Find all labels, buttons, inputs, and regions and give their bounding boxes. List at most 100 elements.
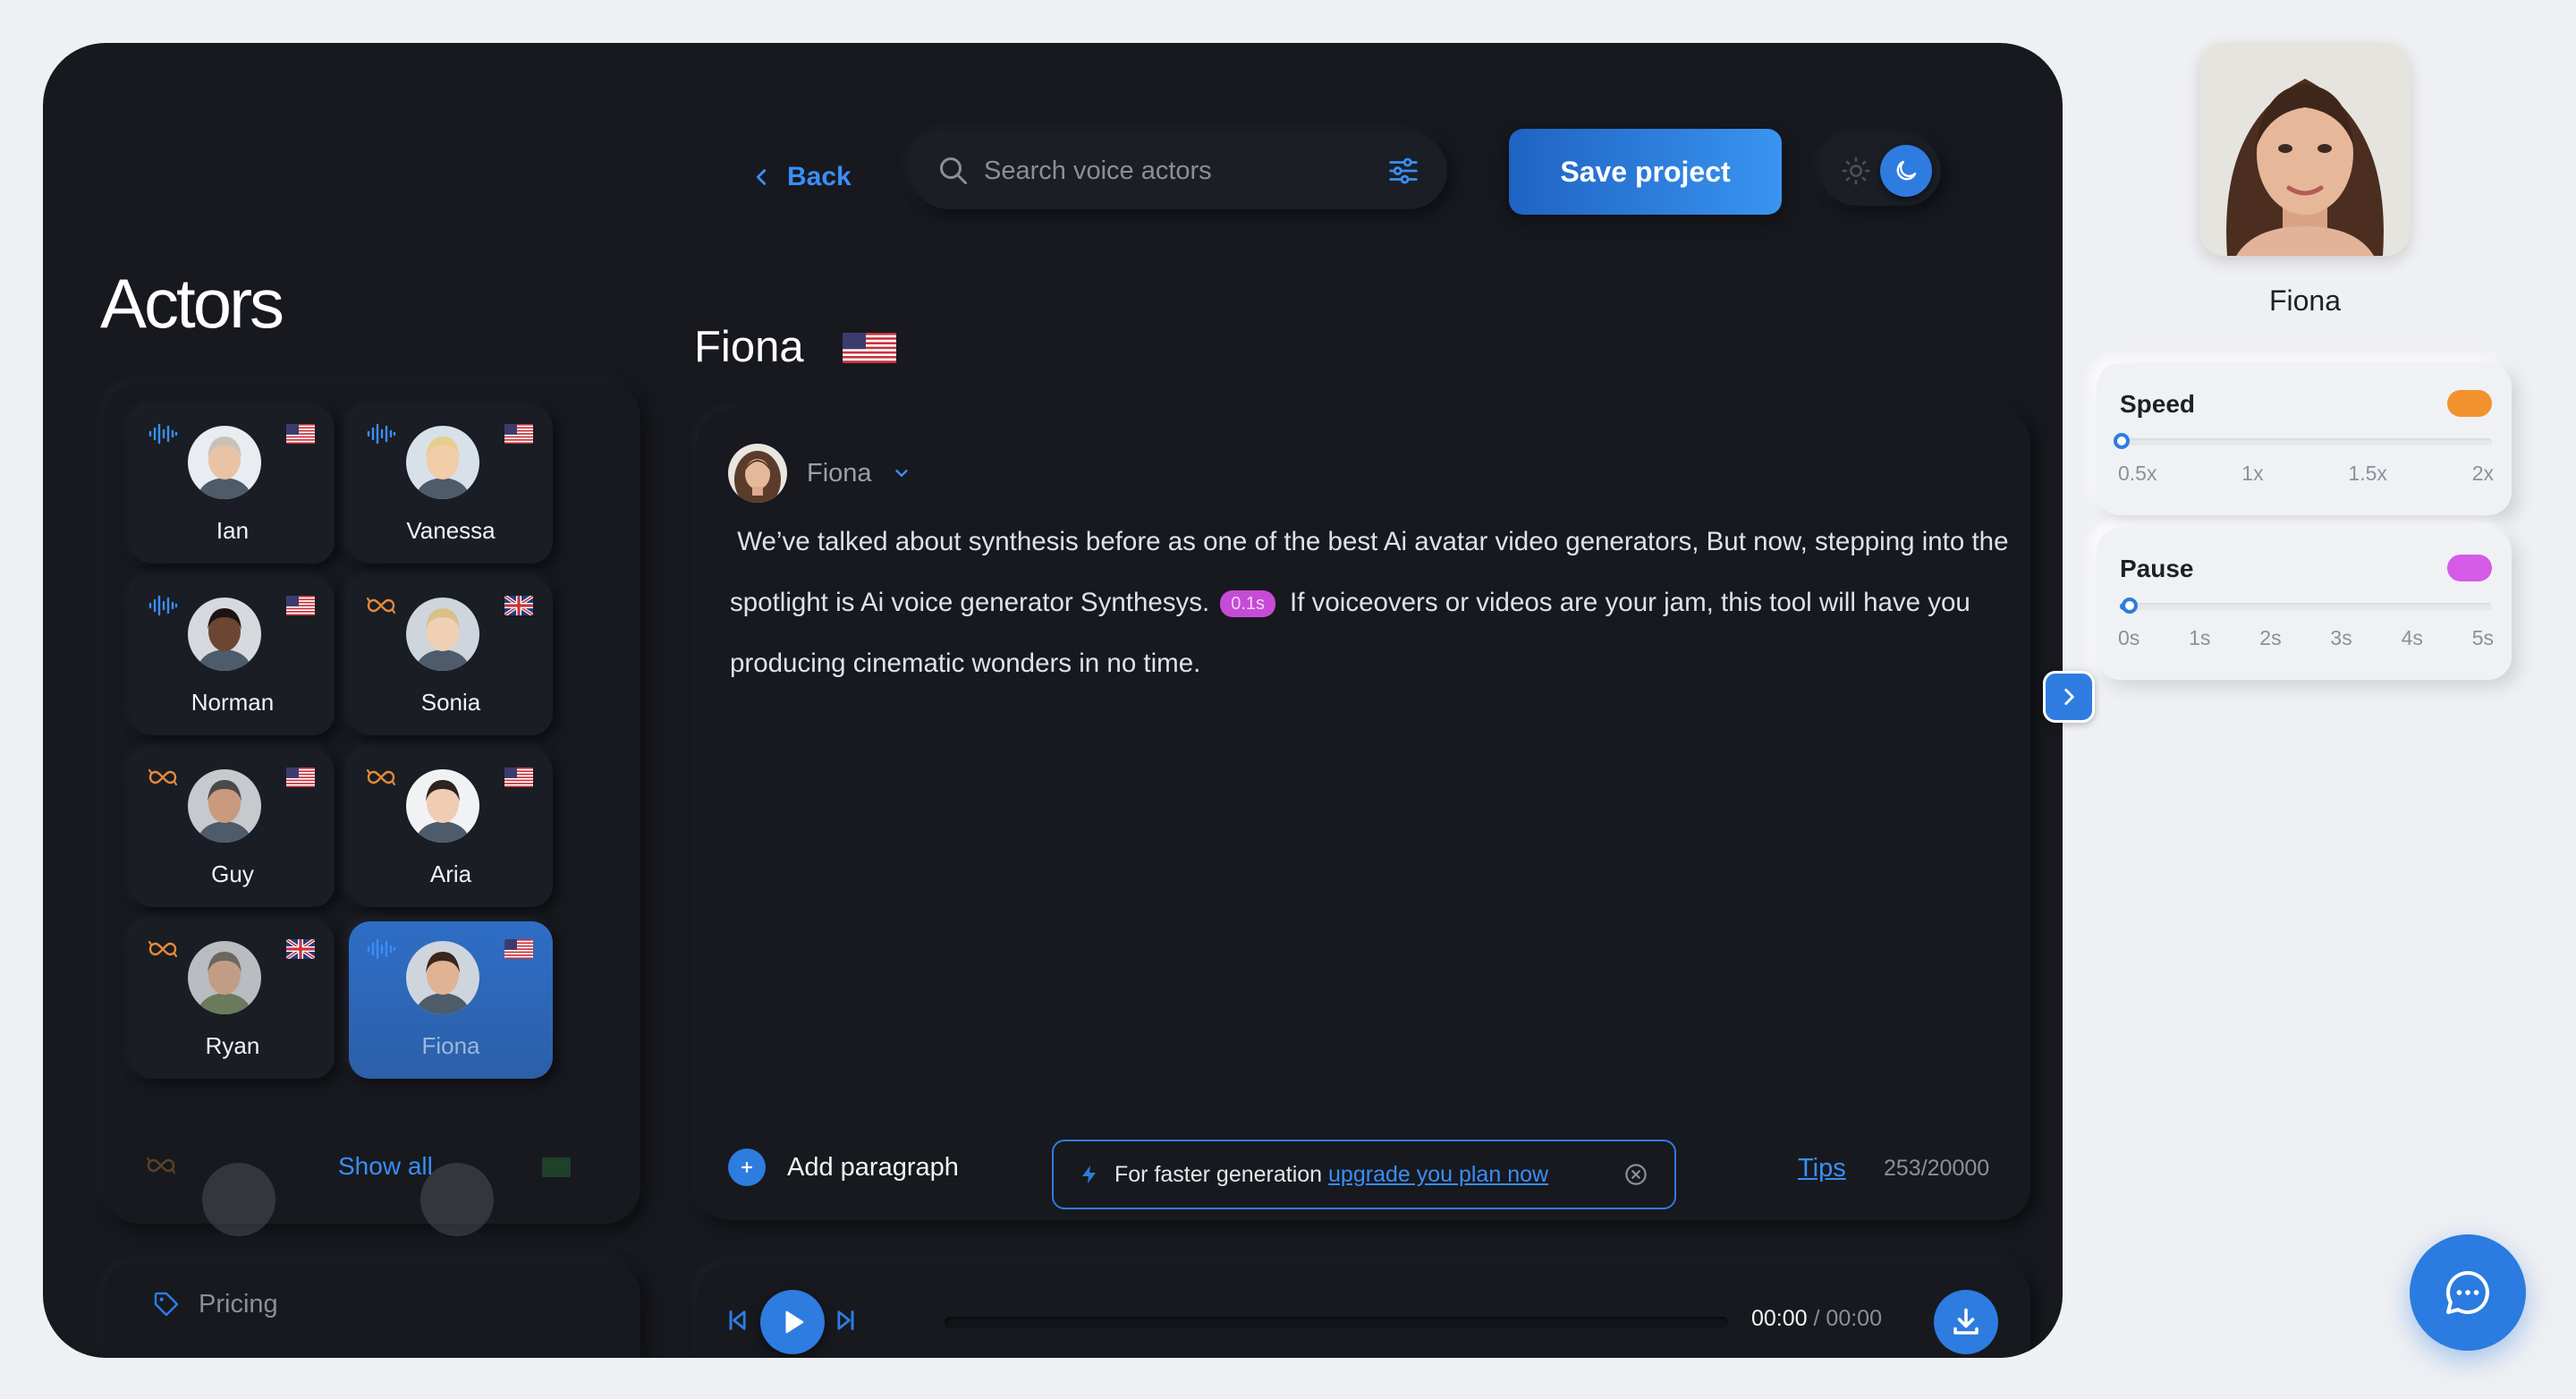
upgrade-link[interactable]: upgrade you plan now (1328, 1162, 1548, 1187)
plus-icon (728, 1149, 766, 1186)
download-icon (1953, 1308, 1979, 1335)
upgrade-banner: For faster generation upgrade you plan n… (1052, 1140, 1676, 1209)
actor-avatar (406, 769, 479, 843)
close-circle-icon[interactable] (1623, 1161, 1649, 1188)
moon-button[interactable] (1880, 145, 1932, 197)
pause-tick: 0s (2118, 626, 2140, 649)
actor-name: Vanessa (406, 517, 496, 544)
pause-card: Pause 0s 1s 2s 3s 4s 5s (2097, 528, 2512, 680)
actor-avatar (188, 598, 261, 671)
skip-forward-icon[interactable] (834, 1308, 859, 1333)
actor-card-aria[interactable]: Aria (349, 750, 553, 907)
actor-card-norman[interactable]: Norman (131, 578, 335, 735)
actor-card-ian[interactable]: Ian (131, 406, 335, 564)
download-button[interactable] (1934, 1290, 1998, 1354)
speed-tick: 1.5x (2348, 462, 2387, 485)
pause-tick: 2s (2259, 626, 2282, 649)
infinity-icon (147, 766, 179, 789)
us-flag-icon (504, 424, 533, 444)
back-button[interactable]: Back (751, 150, 852, 204)
play-button[interactable] (760, 1290, 825, 1354)
back-label: Back (787, 162, 852, 191)
pause-ticks: 0s 1s 2s 3s 4s 5s (2118, 626, 2494, 650)
filter-sliders-icon[interactable] (1386, 154, 1420, 188)
actor-avatar (188, 426, 261, 499)
speed-slider-thumb[interactable] (2114, 433, 2130, 449)
actor-avatar (406, 598, 479, 671)
actor-card-vanessa[interactable]: Vanessa (349, 406, 553, 564)
waveform-icon (365, 422, 397, 445)
us-flag-icon (286, 767, 315, 787)
audio-player: 00:00 / 00:00 (698, 1263, 2030, 1358)
actor-card-fiona[interactable]: Fiona (349, 921, 553, 1079)
actor-card-sonia[interactable]: Sonia (349, 578, 553, 735)
pause-tick: 5s (2471, 626, 2494, 649)
search-icon (940, 157, 967, 184)
us-flag-icon (504, 939, 533, 959)
character-counter: 253/20000 (1884, 1156, 1990, 1181)
us-flag-icon (286, 424, 315, 444)
script-text[interactable]: We’ve talked about synthesis before as o… (730, 512, 2018, 694)
app-window: Back Save project Actors Ian Vanessa Norma… (43, 43, 2063, 1358)
show-all-button[interactable]: Show all (338, 1152, 433, 1181)
chat-button[interactable] (2410, 1234, 2526, 1351)
upgrade-text: For faster generation (1114, 1161, 1323, 1187)
us-flag-icon (843, 333, 896, 363)
chevron-right-icon (2064, 689, 2074, 705)
pause-toggle[interactable] (2447, 555, 2492, 581)
pause-tag[interactable]: 0.1s (1220, 590, 1276, 618)
editor-actor-name: Fiona (694, 323, 804, 371)
speed-toggle[interactable] (2447, 390, 2492, 417)
search-input[interactable] (984, 156, 1386, 186)
sun-icon[interactable] (1841, 156, 1871, 186)
chevron-left-icon (756, 169, 767, 185)
pause-slider-thumb[interactable] (2122, 598, 2138, 614)
actor-name: Ian (216, 517, 250, 544)
chat-bubble-icon (2445, 1270, 2489, 1315)
save-project-button[interactable]: Save project (1509, 129, 1782, 215)
script-editor[interactable]: Fiona We’ve talked about synthesis befor… (698, 410, 2030, 1220)
pause-slider[interactable] (2120, 598, 2492, 614)
pause-title: Pause (2120, 555, 2194, 582)
search-bar (911, 132, 1447, 209)
speed-ticks: 0.5x 1x 1.5x 2x (2118, 462, 2494, 486)
actor-name: Sonia (420, 689, 481, 716)
panel-toggle-button[interactable] (2043, 671, 2095, 723)
lightning-icon (1082, 1166, 1096, 1183)
actor-name: Aria (429, 861, 472, 887)
speed-tick: 2x (2471, 462, 2494, 485)
pause-tick: 1s (2189, 626, 2211, 649)
pause-tick: 4s (2401, 626, 2423, 649)
actor-card-ryan[interactable]: Ryan (131, 921, 335, 1079)
actor-avatar (406, 941, 479, 1014)
playback-progress-bar[interactable] (945, 1317, 1728, 1327)
actor-card-guy[interactable]: Guy (131, 750, 335, 907)
time-separator: / (1813, 1306, 1820, 1331)
waveform-icon (147, 422, 179, 445)
theme-toggle[interactable] (1821, 136, 1941, 206)
voice-selector[interactable]: Fiona (728, 444, 911, 503)
actor-profile-image (2200, 43, 2410, 256)
moon-icon (1896, 160, 1917, 181)
infinity-icon (147, 937, 179, 961)
skip-back-icon[interactable] (724, 1308, 750, 1333)
actors-title: Actors (100, 264, 284, 343)
tips-link[interactable]: Tips (1798, 1154, 1846, 1183)
pause-tick: 3s (2330, 626, 2352, 649)
waveform-icon (365, 937, 397, 961)
waveform-icon (147, 594, 179, 617)
speed-slider[interactable] (2114, 433, 2492, 449)
actor-name: Guy (211, 861, 254, 887)
pricing-label: Pricing (199, 1289, 278, 1318)
tag-icon (154, 1292, 179, 1317)
play-icon (785, 1310, 804, 1334)
current-time: 00:00 (1751, 1306, 1808, 1331)
infinity-icon (365, 594, 397, 617)
infinity-icon (365, 766, 397, 789)
add-paragraph-button[interactable]: Add paragraph (728, 1149, 959, 1186)
pricing-link[interactable]: Pricing (152, 1277, 278, 1331)
voice-avatar (728, 444, 787, 503)
uk-flag-icon (286, 939, 315, 959)
actor-avatar (406, 426, 479, 499)
actor-name: Norman (191, 689, 275, 716)
